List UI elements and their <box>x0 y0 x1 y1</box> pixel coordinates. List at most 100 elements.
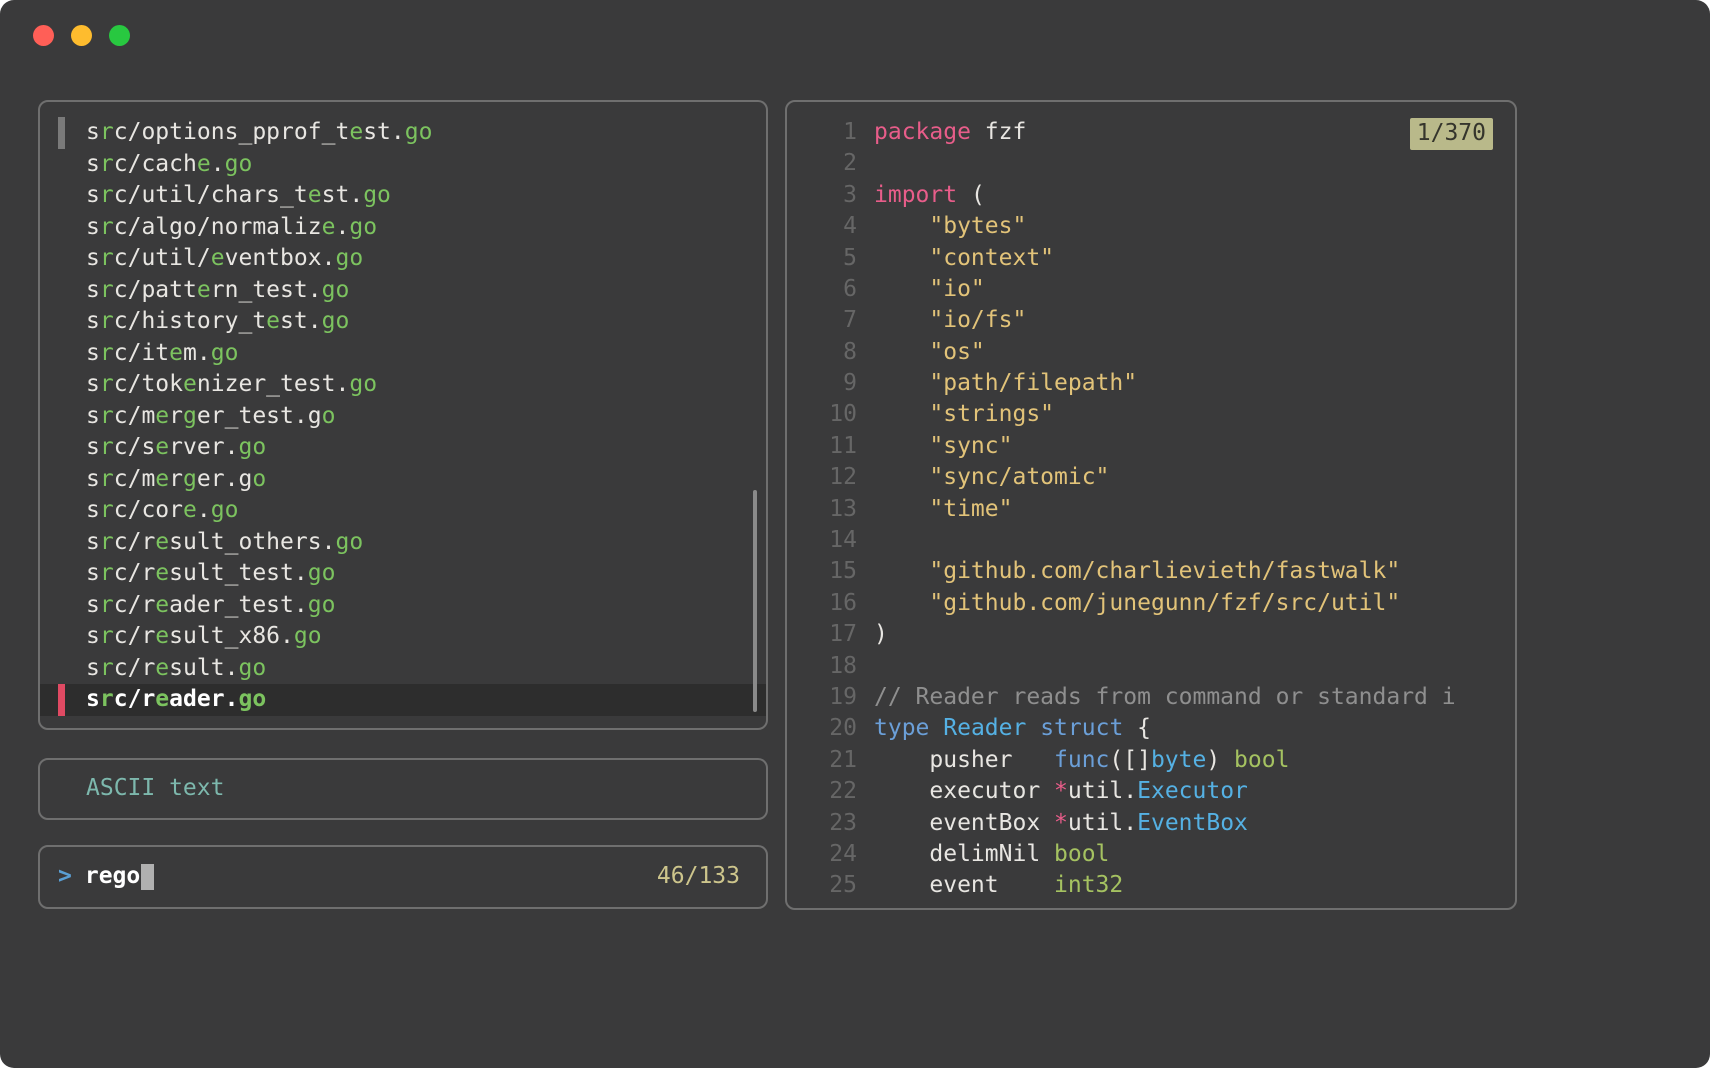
file-item[interactable]: src/util/chars_test.go <box>40 180 766 212</box>
matched-char: o <box>363 371 378 397</box>
search-input[interactable]: rego <box>85 861 155 893</box>
file-item[interactable]: src/core.go <box>40 495 766 527</box>
code-text: "github.com/junegunn/fzf/src/util" <box>929 589 1401 616</box>
file-item[interactable]: src/cache.go <box>40 149 766 181</box>
code-line: 25 event int32 <box>787 870 1515 901</box>
code-line: 8 "os" <box>787 337 1515 368</box>
preview-panel[interactable]: 1 package fzf 2 3 import (4 "bytes" 5 "contex… <box>785 100 1517 910</box>
file-name: src/merger.go <box>86 465 267 492</box>
matched-char: o <box>321 591 336 618</box>
code-line: 23 eventBox *util.EventBox <box>787 808 1515 839</box>
matched-char: g <box>335 245 350 271</box>
file-item[interactable]: src/reader_test.go <box>40 590 766 622</box>
file-item[interactable]: src/util/eventbox.go <box>40 243 766 275</box>
matched-char: r <box>99 465 114 492</box>
matched-char: e <box>155 434 170 460</box>
matched-char: r <box>99 434 114 460</box>
code-line: 13 "time" <box>787 494 1515 525</box>
matched-char: e <box>196 276 211 303</box>
code-text: pusher func([]byte) bool <box>874 746 1290 773</box>
code-text: "github.com/charlievieth/fastwalk" <box>929 558 1401 585</box>
matched-char: g <box>238 434 253 460</box>
file-item[interactable]: src/merger_test.go <box>40 401 766 433</box>
code-text: executor *util.Executor <box>874 778 1248 805</box>
file-name: src/algo/normalize.go <box>86 213 378 240</box>
file-name: src/item.go <box>86 339 239 366</box>
file-list[interactable]: src/options_pprof_test.go src/cache.go src… <box>40 102 766 716</box>
code-line: 14 <box>787 525 1515 556</box>
matched-char: o <box>335 276 350 303</box>
line-number: 8 <box>843 338 857 365</box>
line-number: 15 <box>829 558 857 585</box>
matched-char: e <box>183 497 197 523</box>
code-line: 12 "sync/atomic" <box>787 462 1515 493</box>
matched-char: g <box>293 623 308 649</box>
code-text: ) <box>874 621 888 648</box>
close-button[interactable] <box>33 25 54 46</box>
matched-char: r <box>99 150 114 177</box>
line-number: 16 <box>829 589 857 616</box>
matched-char: r <box>99 308 114 334</box>
matched-char: r <box>99 339 114 366</box>
file-item[interactable]: src/pattern_test.go <box>40 275 766 307</box>
matched-char: o <box>252 434 267 460</box>
preview-code: 1 package fzf 2 3 import (4 "bytes" 5 "contex… <box>787 102 1515 902</box>
list-scrollbar[interactable] <box>753 490 757 712</box>
matched-char: r <box>99 119 114 145</box>
row-gutter <box>58 401 65 433</box>
matched-char: o <box>252 686 267 712</box>
file-item[interactable]: src/result_others.go <box>40 527 766 559</box>
matched-char: g <box>238 686 253 712</box>
matched-char: g <box>224 150 239 177</box>
file-item[interactable]: src/result_test.go <box>40 558 766 590</box>
row-gutter <box>58 621 65 653</box>
file-item[interactable]: src/merger.go <box>40 464 766 496</box>
matched-char: r <box>99 623 114 649</box>
row-gutter <box>58 369 65 401</box>
file-item[interactable]: src/server.go <box>40 432 766 464</box>
row-gutter <box>58 432 65 464</box>
file-item[interactable]: src/options_pprof_test.go <box>40 117 766 149</box>
matched-char: g <box>307 560 322 586</box>
file-item[interactable]: src/history_test.go <box>40 306 766 338</box>
preview-scroll-indicator: 1/370 <box>1409 118 1493 150</box>
row-gutter <box>58 558 65 590</box>
line-number: 2 <box>843 150 857 177</box>
matched-char: g <box>183 465 197 492</box>
matched-char: g <box>321 308 336 334</box>
file-item[interactable]: src/result_x86.go <box>40 621 766 653</box>
matched-char: e <box>321 213 336 240</box>
code-text: event int32 <box>874 872 1124 899</box>
file-item[interactable]: src/reader.go <box>40 684 766 716</box>
minimize-button[interactable] <box>71 25 92 46</box>
matched-char: o <box>335 308 350 334</box>
file-item[interactable]: src/algo/normalize.go <box>40 212 766 244</box>
zoom-button[interactable] <box>109 25 130 46</box>
code-text: "os" <box>929 338 985 365</box>
line-number: 3 <box>843 181 857 208</box>
line-number: 14 <box>829 527 857 554</box>
file-name: src/cache.go <box>86 150 253 177</box>
matched-char: o <box>252 654 267 681</box>
matched-char: o <box>238 150 253 177</box>
file-item[interactable]: src/tokenizer_test.go <box>40 369 766 401</box>
matched-char: r <box>99 591 114 618</box>
code-line: 22 executor *util.Executor <box>787 776 1515 807</box>
terminal-window: src/options_pprof_test.go src/cache.go src… <box>0 0 1710 1068</box>
matched-char: o <box>321 560 336 586</box>
code-text: "context" <box>929 244 1055 271</box>
line-number: 19 <box>829 683 857 710</box>
file-name: src/merger_test.go <box>86 402 336 429</box>
file-name: src/tokenizer_test.go <box>86 371 378 397</box>
row-gutter <box>58 275 65 307</box>
row-gutter <box>58 117 65 149</box>
code-text: "strings" <box>929 401 1055 428</box>
file-item[interactable]: src/item.go <box>40 338 766 370</box>
code-line: 7 "io/fs" <box>787 305 1515 336</box>
code-text: eventBox *util.EventBox <box>874 809 1248 836</box>
line-number: 13 <box>829 495 857 522</box>
code-line: 24 delimNil bool <box>787 839 1515 870</box>
code-line: 5 "context" <box>787 243 1515 274</box>
matched-char: e <box>155 560 170 586</box>
file-item[interactable]: src/result.go <box>40 653 766 685</box>
